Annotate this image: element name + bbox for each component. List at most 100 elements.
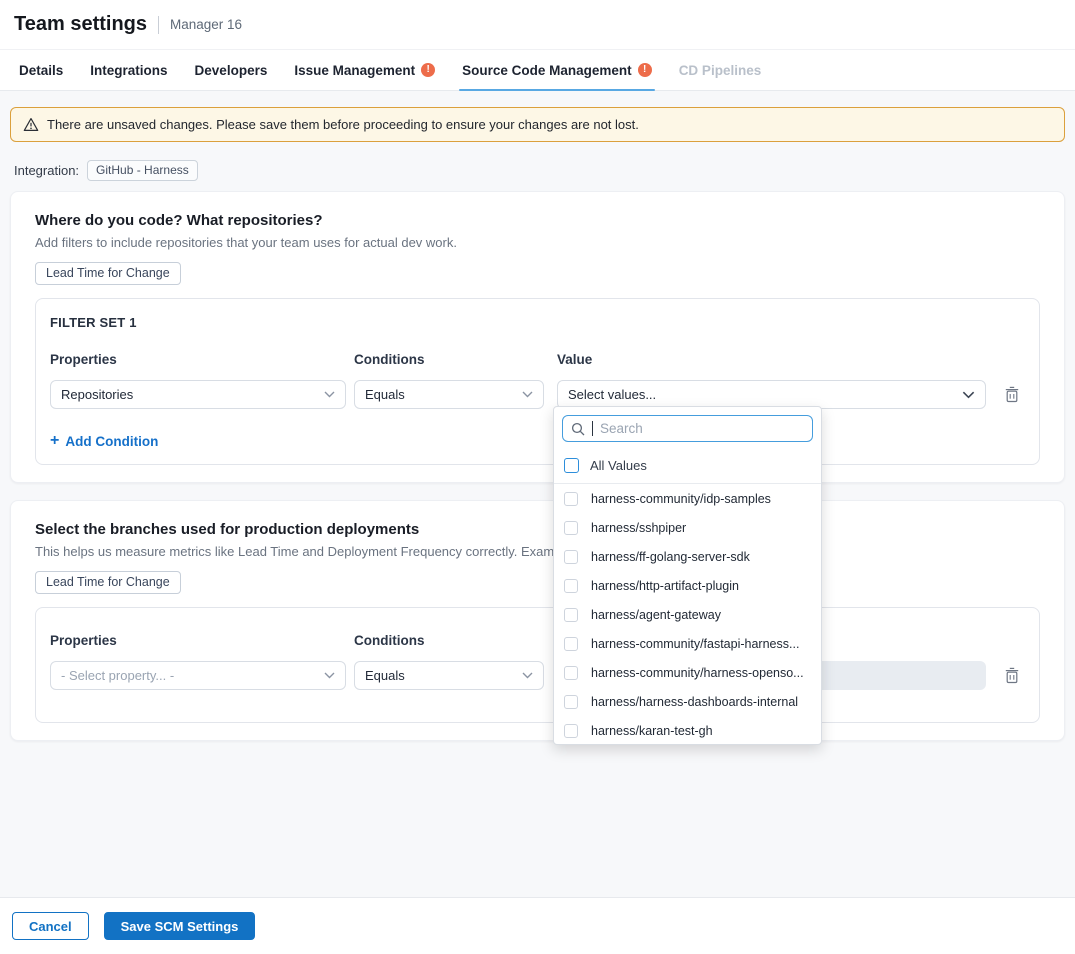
section-title: Where do you code? What repositories? bbox=[35, 212, 1040, 229]
tab-issue-management[interactable]: Issue Management ! bbox=[294, 50, 435, 90]
tab-label: CD Pipelines bbox=[679, 63, 762, 78]
chevron-down-icon bbox=[522, 672, 533, 679]
integration-row: Integration: GitHub - Harness bbox=[14, 160, 1065, 181]
banner-text: There are unsaved changes. Please save t… bbox=[47, 117, 639, 132]
search-icon bbox=[571, 422, 585, 436]
checkbox[interactable] bbox=[564, 608, 578, 622]
search-input[interactable] bbox=[600, 421, 804, 436]
section-subtitle: This helps us measure metrics like Lead … bbox=[35, 544, 1040, 559]
text-cursor bbox=[592, 421, 593, 436]
tab-cd-pipelines: CD Pipelines bbox=[679, 50, 762, 90]
save-scm-settings-button[interactable]: Save SCM Settings bbox=[104, 912, 256, 940]
dropdown-option[interactable]: harness-community/harness-openso... bbox=[554, 658, 821, 687]
dropdown-option[interactable]: harness/ff-golang-server-sdk bbox=[554, 542, 821, 571]
tab-source-code-management[interactable]: Source Code Management ! bbox=[462, 50, 652, 90]
checkbox[interactable] bbox=[564, 637, 578, 651]
tab-developers[interactable]: Developers bbox=[195, 50, 268, 90]
condition-select-value: Equals bbox=[365, 668, 405, 683]
property-select[interactable]: Repositories bbox=[50, 380, 346, 409]
section-title: Select the branches used for production … bbox=[35, 521, 1040, 538]
checkbox[interactable] bbox=[564, 550, 578, 564]
condition-select[interactable]: Equals bbox=[354, 661, 544, 690]
warning-triangle-icon bbox=[23, 117, 39, 132]
property-select-value: Repositories bbox=[61, 387, 133, 402]
integration-label: Integration: bbox=[14, 163, 79, 178]
trash-icon bbox=[1004, 386, 1020, 403]
tab-label: Issue Management bbox=[294, 63, 415, 78]
conditions-header: Conditions bbox=[354, 352, 544, 367]
condition-select-value: Equals bbox=[365, 387, 405, 402]
dropdown-option[interactable]: harness-community/idp-samples bbox=[554, 484, 821, 513]
lead-time-chip: Lead Time for Change bbox=[35, 571, 181, 594]
tab-label: Source Code Management bbox=[462, 63, 632, 78]
option-label: harness/ff-golang-server-sdk bbox=[591, 550, 750, 564]
column-headers: Properties Conditions Value bbox=[50, 633, 1025, 648]
conditions-header: Conditions bbox=[354, 633, 544, 648]
section-subtitle: Add filters to include repositories that… bbox=[35, 235, 1040, 250]
branches-card: Select the branches used for production … bbox=[10, 500, 1065, 741]
tab-bar: Details Integrations Developers Issue Ma… bbox=[0, 50, 1075, 91]
tab-integrations[interactable]: Integrations bbox=[90, 50, 167, 90]
checkbox[interactable] bbox=[564, 579, 578, 593]
dropdown-option[interactable]: harness/harness-dashboards-internal bbox=[554, 687, 821, 716]
dropdown-search-box[interactable] bbox=[562, 415, 813, 442]
dropdown-option[interactable]: harness/http-artifact-plugin bbox=[554, 571, 821, 600]
cancel-button[interactable]: Cancel bbox=[12, 912, 89, 940]
integration-chip: GitHub - Harness bbox=[87, 160, 198, 181]
dropdown-option[interactable]: harness/sshpiper bbox=[554, 513, 821, 542]
chevron-down-icon bbox=[962, 391, 975, 399]
value-select-dropdown: All Values harness-community/idp-samples… bbox=[553, 406, 822, 745]
dropdown-option[interactable]: harness/karan-test-gh bbox=[554, 716, 821, 745]
dropdown-option[interactable]: harness/agent-gateway bbox=[554, 600, 821, 629]
checkbox[interactable] bbox=[564, 724, 578, 738]
condition-select[interactable]: Equals bbox=[354, 380, 544, 409]
option-label: harness/agent-gateway bbox=[591, 608, 721, 622]
checkbox-all-values[interactable] bbox=[564, 458, 579, 473]
property-select[interactable]: - Select property... - bbox=[50, 661, 346, 690]
checkbox[interactable] bbox=[564, 666, 578, 680]
filter-set-panel: Properties Conditions Value - Select pro… bbox=[35, 607, 1040, 723]
option-label: harness-community/harness-openso... bbox=[591, 666, 804, 680]
properties-header: Properties bbox=[50, 633, 346, 648]
filter-row: Repositories Equals Select values... bbox=[50, 380, 1025, 409]
delete-filter-button[interactable] bbox=[1004, 386, 1020, 403]
option-label: harness-community/idp-samples bbox=[591, 492, 771, 506]
page-content: There are unsaved changes. Please save t… bbox=[0, 91, 1075, 741]
value-header: Value bbox=[557, 352, 986, 367]
checkbox[interactable] bbox=[564, 492, 578, 506]
warning-badge-icon: ! bbox=[421, 63, 435, 77]
unsaved-changes-banner: There are unsaved changes. Please save t… bbox=[10, 107, 1065, 142]
delete-filter-button[interactable] bbox=[1004, 667, 1020, 684]
lead-time-chip: Lead Time for Change bbox=[35, 262, 181, 285]
title-divider bbox=[158, 16, 159, 34]
properties-header: Properties bbox=[50, 352, 346, 367]
filter-set-title: FILTER SET 1 bbox=[50, 315, 1025, 330]
add-condition-button[interactable]: + Add Condition bbox=[50, 433, 158, 449]
page-title: Team settings bbox=[14, 13, 147, 36]
option-label: harness/karan-test-gh bbox=[591, 724, 713, 738]
page-header: Team settings Manager 16 bbox=[0, 0, 1075, 50]
property-select-placeholder: - Select property... - bbox=[61, 668, 174, 683]
filter-row: - Select property... - Equals bbox=[50, 661, 1025, 690]
plus-icon: + bbox=[50, 433, 59, 449]
checkbox[interactable] bbox=[564, 521, 578, 535]
select-all-option[interactable]: All Values bbox=[554, 450, 821, 484]
column-headers: Properties Conditions Value bbox=[50, 352, 1025, 367]
page-subtitle: Manager 16 bbox=[170, 17, 242, 32]
filter-set-panel: FILTER SET 1 Properties Conditions Value… bbox=[35, 298, 1040, 465]
option-label: harness/harness-dashboards-internal bbox=[591, 695, 798, 709]
chevron-down-icon bbox=[522, 391, 533, 398]
chevron-down-icon bbox=[324, 672, 335, 679]
option-label: harness/sshpiper bbox=[591, 521, 686, 535]
option-label: harness/http-artifact-plugin bbox=[591, 579, 739, 593]
value-select-placeholder: Select values... bbox=[568, 387, 656, 402]
tab-label: Details bbox=[19, 63, 63, 78]
tab-details[interactable]: Details bbox=[19, 50, 63, 90]
chevron-down-icon bbox=[324, 391, 335, 398]
tab-label: Developers bbox=[195, 63, 268, 78]
tab-label: Integrations bbox=[90, 63, 167, 78]
value-select[interactable]: Select values... bbox=[557, 380, 986, 409]
warning-badge-icon: ! bbox=[638, 63, 652, 77]
dropdown-option[interactable]: harness-community/fastapi-harness... bbox=[554, 629, 821, 658]
checkbox[interactable] bbox=[564, 695, 578, 709]
